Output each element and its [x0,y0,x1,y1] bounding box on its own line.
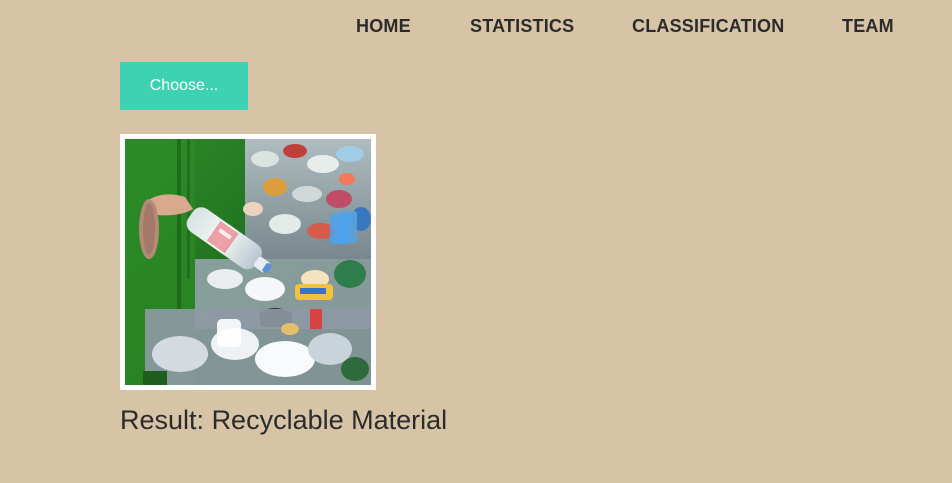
nav-classification-link[interactable]: CLASSIFICATION [632,16,784,37]
result-label: Result: [120,405,205,435]
nav-team-link[interactable]: TEAM [842,16,894,37]
nav-home-link[interactable]: HOME [356,16,411,37]
nav-statistics-link[interactable]: STATISTICS [470,16,574,37]
uploaded-image [125,139,371,385]
uploaded-image-frame [120,134,376,390]
result-value: Recyclable Material [211,405,448,435]
choose-file-button[interactable]: Choose... [120,62,248,110]
classification-result: Result: Recyclable Material [120,405,447,436]
top-navigation: HOME STATISTICS CLASSIFICATION TEAM [0,0,952,52]
